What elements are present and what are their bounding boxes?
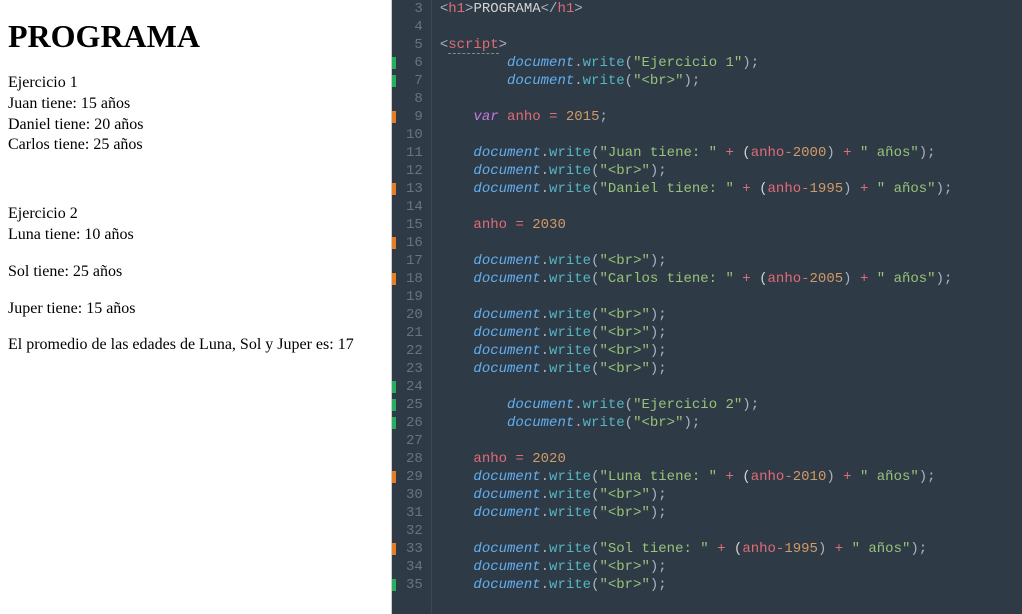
line-number: 32: [406, 522, 423, 540]
line-number: 24: [406, 378, 423, 396]
gutter-change-marker: [392, 543, 396, 555]
line-number: 21: [406, 324, 423, 342]
code-line[interactable]: document.write("Daniel tiene: " + (anho-…: [440, 180, 953, 198]
code-area[interactable]: <h1>PROGRAMA</h1> <script> document.write…: [432, 0, 961, 614]
code-line[interactable]: document.write("Ejercicio 1");: [440, 54, 953, 72]
output-line: Luna tiene: 10 años: [8, 225, 383, 246]
line-number: 16: [406, 234, 423, 252]
output-line: Ejercicio 2: [8, 204, 383, 225]
gutter-change-marker: [392, 111, 396, 123]
line-number: 6: [406, 54, 423, 72]
line-number: 20: [406, 306, 423, 324]
code-line[interactable]: anho = 2020: [440, 450, 953, 468]
code-line[interactable]: document.write("<br>");: [440, 342, 953, 360]
code-line[interactable]: anho = 2030: [440, 216, 953, 234]
line-number: 15: [406, 216, 423, 234]
code-line[interactable]: [440, 126, 953, 144]
gutter-change-marker: [392, 75, 396, 87]
code-line[interactable]: [440, 378, 953, 396]
line-number: 33: [406, 540, 423, 558]
code-line[interactable]: [440, 234, 953, 252]
line-number: 11: [406, 144, 423, 162]
code-line[interactable]: var anho = 2015;: [440, 108, 953, 126]
code-line[interactable]: [440, 432, 953, 450]
browser-preview-pane: PROGRAMA Ejercicio 1 Juan tiene: 15 años…: [0, 0, 392, 614]
line-number: 27: [406, 432, 423, 450]
line-number: 5: [406, 36, 423, 54]
line-number: 35: [406, 576, 423, 594]
code-line[interactable]: document.write("<br>");: [440, 72, 953, 90]
gutter-change-marker: [392, 579, 396, 591]
line-number: 26: [406, 414, 423, 432]
code-line[interactable]: document.write("Ejercicio 2");: [440, 396, 953, 414]
code-line[interactable]: [440, 18, 953, 36]
output-line: Sol tiene: 25 años: [8, 262, 383, 283]
code-line[interactable]: document.write("Carlos tiene: " + (anho-…: [440, 270, 953, 288]
code-line[interactable]: document.write("<br>");: [440, 324, 953, 342]
code-line[interactable]: document.write("<br>");: [440, 414, 953, 432]
code-line[interactable]: document.write("<br>");: [440, 504, 953, 522]
line-number: 12: [406, 162, 423, 180]
output-line: Juper tiene: 15 años: [8, 299, 383, 320]
gutter-change-marker: [392, 237, 396, 249]
code-line[interactable]: <h1>PROGRAMA</h1>: [440, 0, 953, 18]
blank-gap: [8, 156, 383, 204]
line-number: 22: [406, 342, 423, 360]
line-number: 19: [406, 288, 423, 306]
code-line[interactable]: [440, 90, 953, 108]
gutter-change-marker: [392, 273, 396, 285]
code-line[interactable]: [440, 522, 953, 540]
line-number: 3: [406, 0, 423, 18]
blank-gap: [8, 283, 383, 299]
code-line[interactable]: document.write("Juan tiene: " + (anho-20…: [440, 144, 953, 162]
code-line[interactable]: document.write("<br>");: [440, 486, 953, 504]
gutter-change-marker: [392, 381, 396, 393]
output-line: Ejercicio 1: [8, 73, 383, 94]
gutter-change-marker: [392, 183, 396, 195]
line-number: 29: [406, 468, 423, 486]
line-number: 8: [406, 90, 423, 108]
code-line[interactable]: document.write("Luna tiene: " + (anho-20…: [440, 468, 953, 486]
code-editor-pane[interactable]: 3456789101112131415161718192021222324252…: [392, 0, 1022, 614]
gutter-change-marker: [392, 471, 396, 483]
line-number: 10: [406, 126, 423, 144]
code-line[interactable]: document.write("<br>");: [440, 360, 953, 378]
blank-gap: [8, 319, 383, 335]
code-line[interactable]: document.write("<br>");: [440, 576, 953, 594]
gutter-change-marker: [392, 399, 396, 411]
blank-gap: [8, 246, 383, 262]
code-line[interactable]: document.write("Sol tiene: " + (anho-199…: [440, 540, 953, 558]
gutter-change-marker: [392, 417, 396, 429]
output-line: Juan tiene: 15 años: [8, 94, 383, 115]
output-line: Daniel tiene: 20 años: [8, 115, 383, 136]
line-number: 13: [406, 180, 423, 198]
gutter-change-marker: [392, 57, 396, 69]
line-number: 28: [406, 450, 423, 468]
page-title: PROGRAMA: [8, 18, 383, 55]
line-number: 25: [406, 396, 423, 414]
output-line: El promedio de las edades de Luna, Sol y…: [8, 335, 383, 356]
line-number: 9: [406, 108, 423, 126]
code-line[interactable]: [440, 198, 953, 216]
code-line[interactable]: document.write("<br>");: [440, 558, 953, 576]
line-number: 17: [406, 252, 423, 270]
line-number: 4: [406, 18, 423, 36]
code-line[interactable]: document.write("<br>");: [440, 252, 953, 270]
code-line[interactable]: [440, 288, 953, 306]
code-line[interactable]: <script>: [440, 36, 953, 54]
output-line: Carlos tiene: 25 años: [8, 135, 383, 156]
line-number: 18: [406, 270, 423, 288]
line-number: 31: [406, 504, 423, 522]
code-line[interactable]: document.write("<br>");: [440, 162, 953, 180]
line-number: 34: [406, 558, 423, 576]
line-number: 14: [406, 198, 423, 216]
line-number: 7: [406, 72, 423, 90]
line-number: 30: [406, 486, 423, 504]
line-number: 23: [406, 360, 423, 378]
line-number-gutter: 3456789101112131415161718192021222324252…: [392, 0, 432, 614]
code-line[interactable]: document.write("<br>");: [440, 306, 953, 324]
